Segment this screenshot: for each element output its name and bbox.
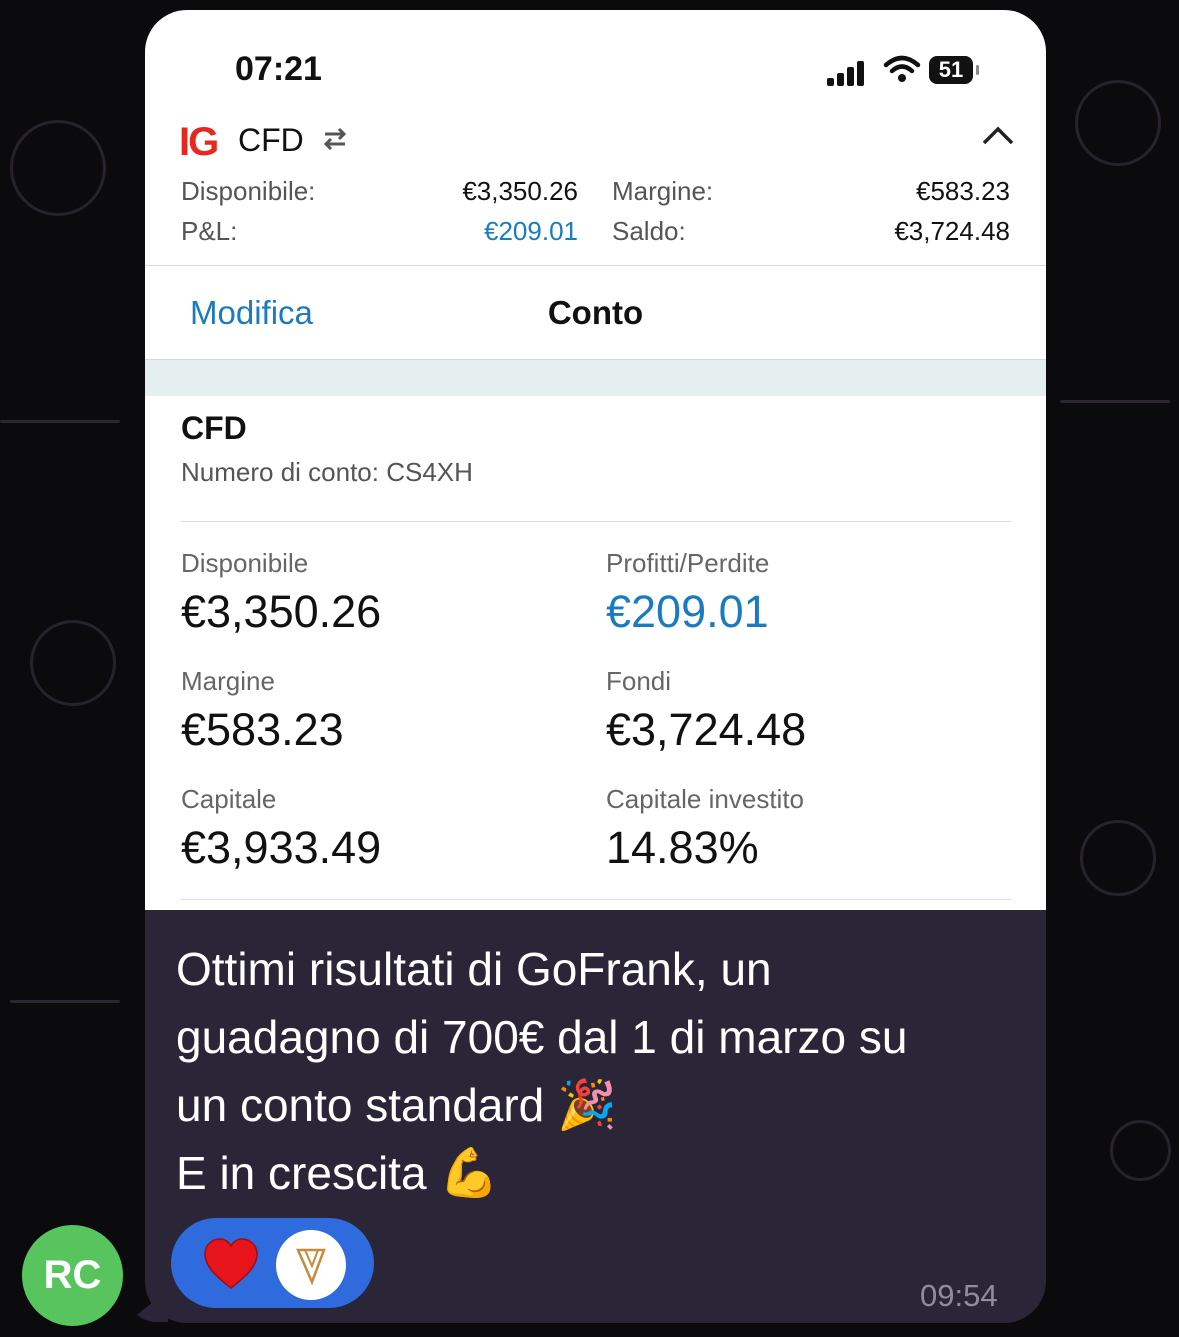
capitale-label: Capitale [181,784,277,814]
divider [181,521,1011,522]
summary-margine-value: €583.23 [916,176,1010,206]
account-type-label: CFD [238,122,304,158]
message-text: Ottimi risultati di GoFrank, un guadagno… [176,935,1016,1207]
sender-avatar[interactable]: RC [22,1225,123,1326]
profitti-value: €209.01 [606,586,769,637]
message-line: guadagno di 700€ dal 1 di marzo su [176,1011,908,1063]
account-number: Numero di conto: CS4XH [181,457,473,487]
message-line-text: un conto standard [176,1079,545,1131]
message-line: E in crescita 💪 [176,1139,1016,1207]
margine-label: Margine [181,666,275,696]
summary-disponibile-label: Disponibile: [181,176,316,206]
flexed-biceps-icon: 💪 [439,1145,500,1201]
ig-logo: IG [179,120,219,164]
nav-bar: Conto Modifica [145,266,1046,359]
account-header: IG CFD Disponibile: €3,350.26 Margine: €… [145,110,1046,265]
status-time: 07:21 [235,50,322,88]
capitale-value: €3,933.49 [181,822,382,873]
heart-icon [203,1238,259,1295]
summary-pl-value: €209.01 [484,216,578,246]
divider [181,899,1011,900]
signal-icon [827,60,867,86]
reaction-pill[interactable] [171,1218,374,1308]
summary-disponibile-value: €3,350.26 [462,176,578,206]
margine-value: €583.23 [181,704,344,755]
fondi-value: €3,724.48 [606,704,807,755]
summary-pl-label: P&L: [181,216,238,246]
section-band [145,360,1046,396]
summary-saldo-value: €3,724.48 [894,216,1010,246]
summary-margine-label: Margine: [612,176,714,206]
fondi-label: Fondi [606,666,672,696]
status-bar: 07:21 51 [145,10,1046,110]
message-bubble[interactable]: 07:21 51 IG CFD Disponibile: €3,350.26 M… [145,10,1046,1323]
account-title: CFD [181,410,247,446]
capitale-investito-value: 14.83% [606,822,759,873]
chevron-up-icon[interactable] [981,124,1015,153]
edit-button[interactable]: Modifica [190,294,313,332]
wifi-icon [883,54,921,89]
profitti-label: Profitti/Perdite [606,548,770,578]
message-time: 09:54 [920,1278,998,1313]
message-line-text: E in crescita [176,1147,427,1199]
screenshot-image: 07:21 51 IG CFD Disponibile: €3,350.26 M… [145,10,1046,910]
message-line: un conto standard 🎉 [176,1071,1016,1139]
summary-saldo-label: Saldo: [612,216,686,246]
swap-icon[interactable] [320,124,350,159]
capitale-investito-label: Capitale investito [606,784,804,814]
reactor-avatar-icon [276,1230,346,1300]
disponibile-value: €3,350.26 [181,586,382,637]
party-popper-icon: 🎉 [557,1077,617,1133]
battery-icon: 51 [929,56,979,84]
disponibile-label: Disponibile [181,548,309,578]
message-line: Ottimi risultati di GoFrank, un [176,943,772,995]
